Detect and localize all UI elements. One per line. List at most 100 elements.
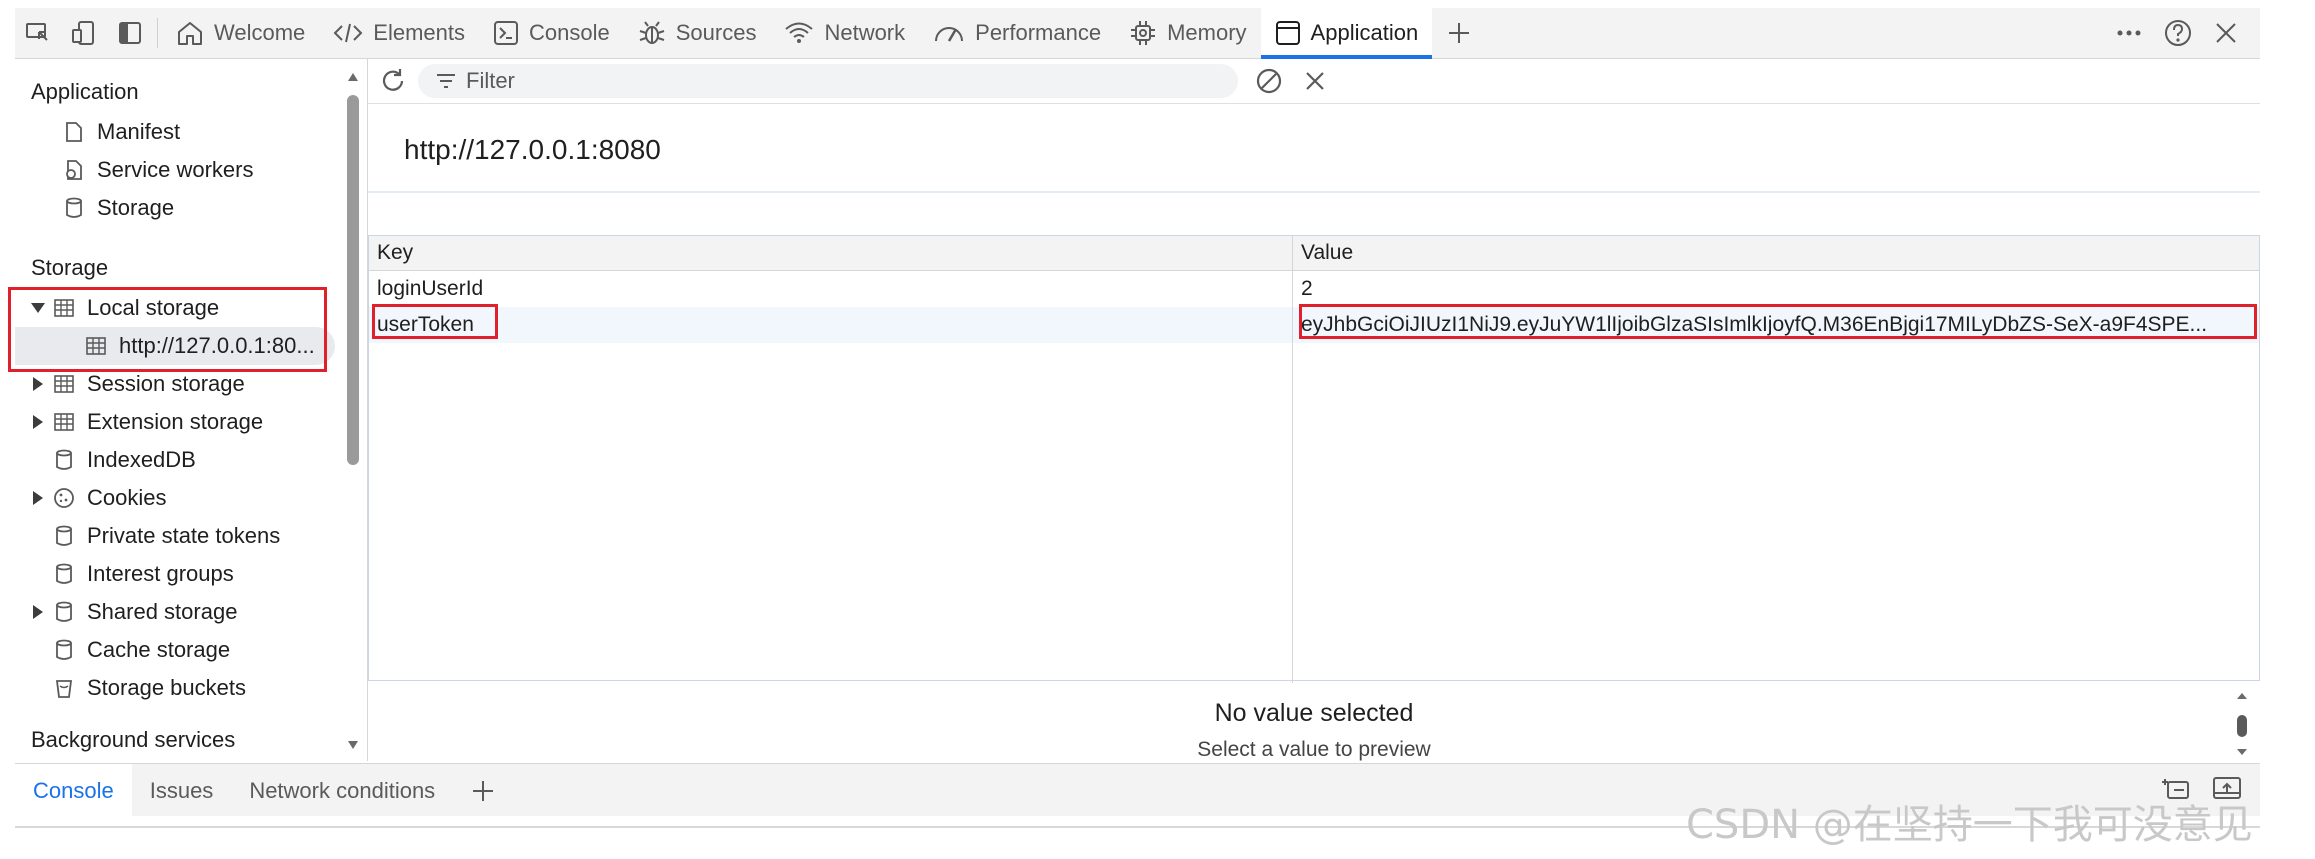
sidebar-item-storage-buckets[interactable]: Storage buckets — [15, 669, 345, 707]
bucket-icon — [49, 677, 79, 699]
filter-icon — [437, 74, 455, 88]
tab-network[interactable]: Network — [770, 8, 919, 58]
main-tab-bar: Welcome Elements Console Sources Network… — [15, 8, 2260, 59]
watermark: CSDN @在坚持一下我可没意见 — [1686, 802, 2253, 848]
application-sidebar: Application Manifest Service workers Sto… — [15, 59, 368, 761]
database-icon — [49, 449, 79, 471]
preview-subtitle: Select a value to preview — [1197, 738, 1431, 761]
dock-side-icon[interactable] — [107, 8, 153, 58]
inspect-element-icon[interactable] — [15, 8, 61, 58]
chip-icon — [1131, 21, 1156, 45]
close-devtools-icon[interactable] — [2214, 21, 2238, 45]
sidebar-item-shared-storage[interactable]: Shared storage — [15, 593, 345, 631]
sidebar-item-extension-storage[interactable]: Extension storage — [15, 403, 345, 441]
sidebar-item-label: Cookies — [87, 485, 167, 510]
sidebar-item-interest-groups[interactable]: Interest groups — [15, 555, 345, 593]
sidebar-item-indexeddb[interactable]: IndexedDB — [15, 441, 345, 479]
tab-elements[interactable]: Elements — [319, 8, 479, 58]
sidebar-item-private-state-tokens[interactable]: Private state tokens — [15, 517, 345, 555]
database-icon — [49, 563, 79, 585]
section-application: Application — [31, 79, 139, 104]
tab-label: Elements — [373, 20, 466, 45]
wifi-icon — [785, 22, 814, 43]
table-icon — [49, 413, 79, 431]
sidebar-item-label: Extension storage — [87, 409, 264, 434]
empty-value-column — [1293, 343, 2259, 683]
database-icon — [49, 601, 79, 623]
scroll-down-arrow-icon[interactable] — [347, 737, 359, 755]
sidebar-item-label: Manifest — [97, 119, 181, 144]
tab-label: Sources — [675, 20, 757, 45]
drawer-tab-network-conditions[interactable]: Network conditions — [231, 764, 453, 816]
preview-title: No value selected — [1214, 699, 1414, 727]
preview-scrollbar[interactable] — [2232, 691, 2252, 757]
database-icon — [59, 197, 89, 219]
add-tab-button[interactable] — [1432, 8, 1486, 58]
tab-console[interactable]: Console — [479, 8, 624, 58]
plus-icon — [1449, 23, 1470, 43]
collapsed-arrow-icon[interactable] — [27, 414, 49, 430]
clear-all-icon[interactable] — [1246, 67, 1292, 95]
expanded-arrow-icon[interactable] — [27, 302, 49, 314]
row-key[interactable]: loginUserId — [369, 271, 1293, 307]
tab-label: Network — [824, 20, 906, 45]
topbar-actions — [2116, 8, 2260, 58]
empty-key-column — [369, 343, 1293, 683]
table-icon — [49, 299, 79, 317]
terminal-icon — [494, 21, 519, 45]
sidebar-scrollbar[interactable] — [347, 95, 359, 465]
sidebar-item-local-origin[interactable]: http://127.0.0.1:80... — [15, 327, 335, 365]
storage-toolbar: Filter — [368, 59, 2260, 104]
drawer-tab-issues[interactable]: Issues — [132, 764, 232, 816]
sidebar-item-label: Shared storage — [87, 599, 238, 624]
row-key[interactable]: userToken — [369, 307, 1293, 343]
row-value-text: eyJhbGciOiJIUzI1NiJ9.eyJuYW1lIjoibGlzaSI… — [1301, 313, 2208, 336]
tab-welcome[interactable]: Welcome — [162, 8, 319, 58]
sidebar-item-manifest[interactable]: Manifest — [15, 113, 345, 151]
sidebar-item-label: Interest groups — [87, 561, 234, 586]
sidebar-item-storage-overview[interactable]: Storage — [15, 189, 345, 227]
sidebar-item-service-workers[interactable]: Service workers — [15, 151, 345, 189]
row-value[interactable]: 2 — [1293, 271, 2259, 307]
sidebar-item-cookies[interactable]: Cookies — [15, 479, 345, 517]
window-icon — [1275, 21, 1300, 45]
value-preview-pane: No value selected Select a value to prev… — [368, 683, 2260, 761]
toolbar-divider — [157, 18, 158, 48]
sidebar-item-label: Private state tokens — [87, 523, 281, 548]
sidebar-item-cache-storage[interactable]: Cache storage — [15, 631, 345, 669]
collapsed-arrow-icon[interactable] — [27, 376, 49, 392]
tab-label: Application — [1310, 20, 1419, 45]
sidebar-item-local-storage[interactable]: Local storage — [15, 289, 345, 327]
more-options-icon[interactable] — [2116, 29, 2142, 37]
tab-performance[interactable]: Performance — [919, 8, 1115, 58]
drawer-tab-console[interactable]: Console — [15, 764, 132, 816]
sidebar-item-label: Local storage — [87, 295, 220, 320]
help-icon[interactable] — [2164, 19, 2192, 47]
table-row[interactable]: loginUserId 2 — [369, 271, 2259, 307]
sidebar-item-label: Session storage — [87, 371, 245, 396]
scroll-up-arrow-icon[interactable] — [347, 69, 359, 87]
device-toolbar-icon[interactable] — [61, 8, 107, 58]
tab-sources[interactable]: Sources — [624, 8, 771, 58]
table-row[interactable]: userToken eyJhbGciOiJIUzI1NiJ9.eyJuYW1lI… — [369, 307, 2259, 343]
tab-label: Performance — [975, 20, 1102, 45]
row-value[interactable]: eyJhbGciOiJIUzI1NiJ9.eyJuYW1lIjoibGlzaSI… — [1293, 307, 2259, 343]
collapsed-arrow-icon[interactable] — [27, 490, 49, 506]
filter-input[interactable]: Filter — [418, 64, 1238, 98]
column-header-key[interactable]: Key — [369, 236, 1293, 270]
refresh-icon[interactable] — [368, 67, 418, 95]
devtools-window: Welcome Elements Console Sources Network… — [15, 8, 2260, 816]
tab-memory[interactable]: Memory — [1115, 8, 1260, 58]
database-icon — [49, 639, 79, 661]
tab-label: Console — [529, 20, 610, 45]
table-header: Key Value — [369, 236, 2259, 271]
drawer-add-tab-button[interactable] — [453, 764, 513, 816]
section-storage: Storage — [31, 255, 109, 280]
gauge-icon — [935, 27, 964, 42]
column-header-value[interactable]: Value — [1293, 236, 2259, 270]
tab-application[interactable]: Application — [1260, 8, 1433, 59]
sidebar-item-session-storage[interactable]: Session storage — [15, 365, 345, 403]
collapsed-arrow-icon[interactable] — [27, 604, 49, 620]
sidebar-item-label: Storage buckets — [87, 675, 246, 700]
delete-selected-icon[interactable] — [1292, 69, 1338, 93]
